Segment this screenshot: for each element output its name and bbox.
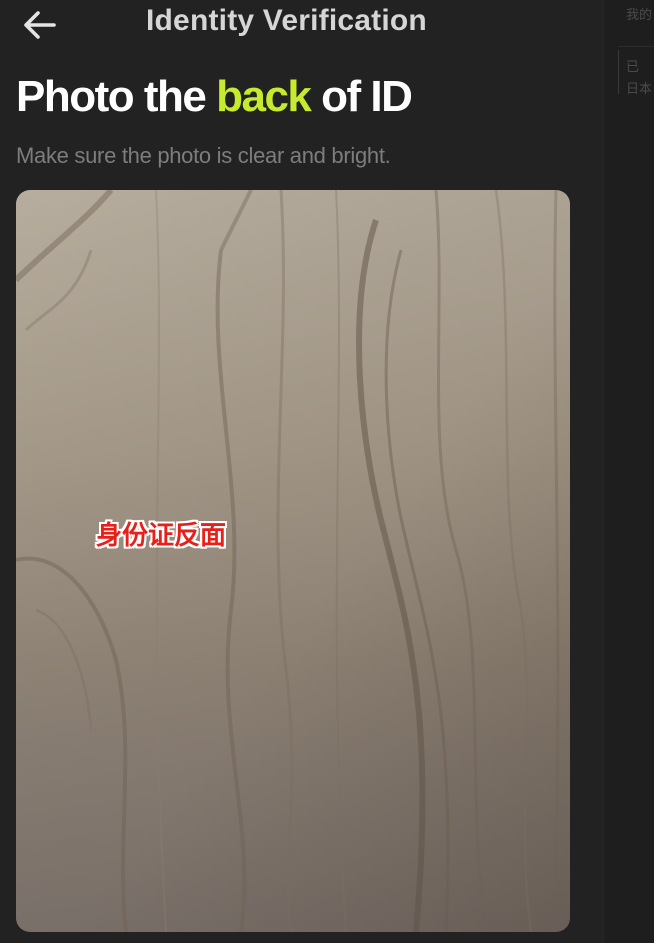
back-button[interactable] — [20, 6, 60, 44]
side-panel-bar — [618, 50, 619, 94]
title-highlight: back — [216, 72, 312, 121]
header-title: Identity Verification — [146, 4, 427, 37]
side-panel: 我的 已 日本 — [603, 0, 654, 943]
photo-label: 身份证反面 — [96, 521, 227, 551]
subtitle: Make sure the photo is clear and bright. — [16, 143, 391, 168]
side-panel-text: 我的 — [626, 8, 653, 23]
side-panel-text: 日本 — [626, 82, 653, 97]
header: Identity Verification — [0, 0, 603, 48]
arrow-left-icon — [24, 11, 56, 39]
title-part-1: Photo the — [16, 72, 217, 121]
id-back-photo[interactable]: 身份证反面 — [16, 190, 570, 932]
page-title: Photo the back of ID — [16, 72, 413, 122]
wood-grain-texture — [16, 190, 570, 932]
title-part-2: of ID — [310, 72, 413, 121]
identity-verification-screen: Identity Verification Photo the back of … — [0, 0, 603, 943]
side-panel-divider — [618, 46, 654, 47]
side-panel-text: 已 — [626, 60, 640, 75]
